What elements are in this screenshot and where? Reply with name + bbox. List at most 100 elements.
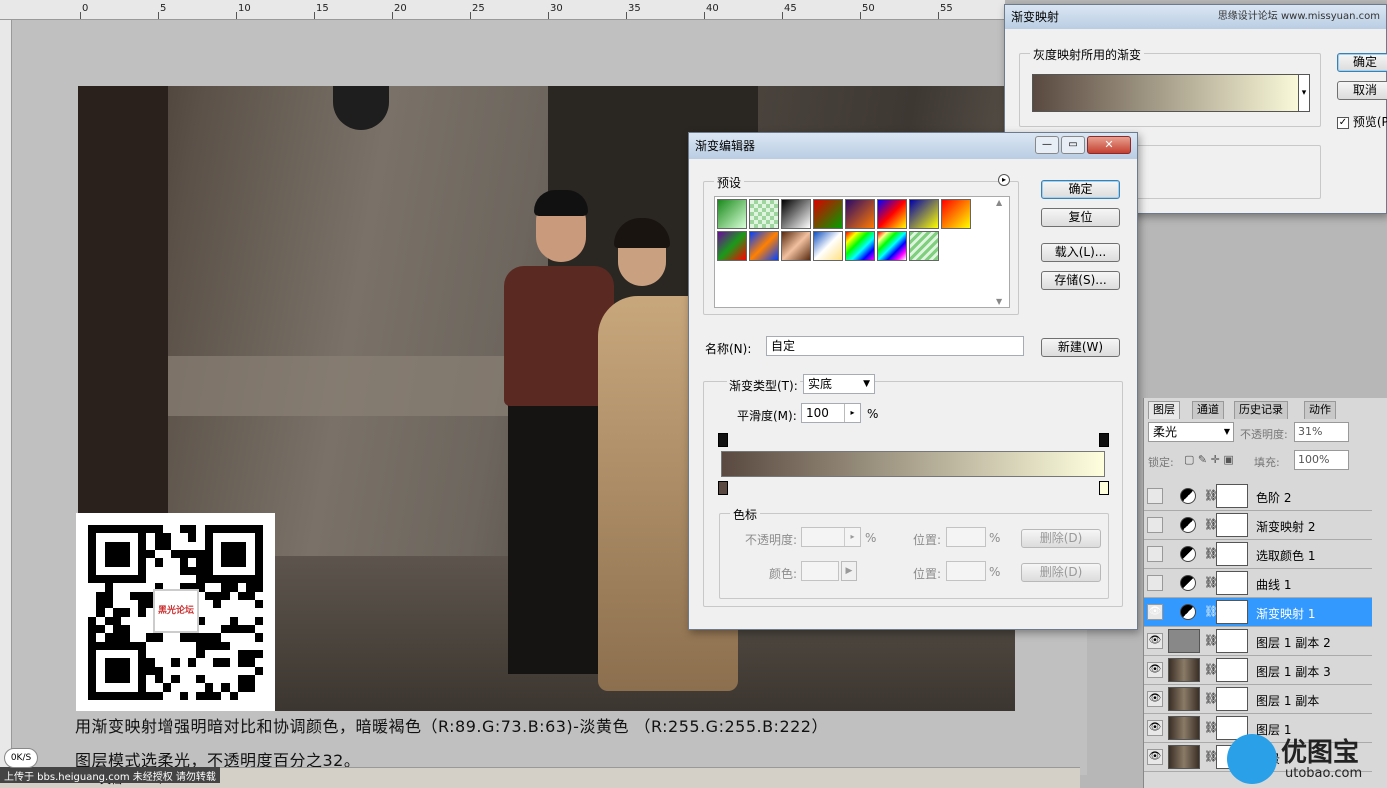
maximize-button[interactable]: ▭ [1061, 136, 1085, 154]
ruler-tick [782, 12, 783, 19]
layer-mask-thumbnail[interactable] [1216, 658, 1248, 682]
color-stop-right[interactable] [1099, 481, 1109, 495]
visibility-eye-icon[interactable] [1147, 575, 1163, 591]
opacity-stop-right[interactable] [1099, 433, 1109, 447]
layer-row[interactable]: ⛓ 色阶 2 [1144, 482, 1372, 511]
layer-name: 色阶 2 [1256, 491, 1292, 505]
ruler-tick-label: 40 [706, 3, 719, 14]
visibility-eye-icon[interactable]: 👁 [1147, 749, 1163, 765]
preset-swatch[interactable] [813, 231, 843, 261]
layer-mask-thumbnail[interactable] [1216, 484, 1248, 508]
layer-row[interactable]: 👁 ⛓ 图层 1 副本 3 [1144, 656, 1372, 685]
panel-tab[interactable]: 历史记录 [1234, 401, 1288, 419]
preset-swatch[interactable] [717, 199, 747, 229]
lock-icons[interactable]: ▢ ✎ ✛ ▣ [1184, 453, 1234, 466]
visibility-eye-icon[interactable] [1147, 488, 1163, 504]
preset-swatch[interactable] [781, 199, 811, 229]
preset-swatch[interactable] [909, 231, 939, 261]
ruler-tick [548, 12, 549, 19]
preset-swatch[interactable] [781, 231, 811, 261]
preset-swatch[interactable] [909, 199, 939, 229]
gradient-map-ok-button[interactable]: 确定 [1337, 53, 1387, 72]
scroll-down-icon[interactable]: ▼ [996, 297, 1002, 306]
preset-swatch[interactable] [717, 231, 747, 261]
gradient-map-preview[interactable] [1032, 74, 1308, 112]
opacity-stop-left[interactable] [718, 433, 728, 447]
panel-tab[interactable]: 图层 [1148, 401, 1180, 419]
opacity-location-field[interactable] [946, 527, 986, 547]
gradient-map-titlebar[interactable]: 渐变映射 思缘设计论坛 www.missyuan.com [1005, 5, 1386, 29]
blend-mode-select[interactable]: 柔光 ▼ [1148, 422, 1234, 442]
preset-swatch[interactable] [845, 231, 875, 261]
color-location-field[interactable] [946, 561, 986, 581]
visibility-eye-icon[interactable]: 👁 [1147, 720, 1163, 736]
scroll-up-icon[interactable]: ▲ [996, 198, 1002, 207]
presets-scrollbar[interactable]: ▲ ▼ [994, 198, 1006, 306]
layer-row[interactable]: 👁 ⛓ 图层 1 副本 2 [1144, 627, 1372, 656]
visibility-eye-icon[interactable]: 👁 [1147, 633, 1163, 649]
visibility-eye-icon[interactable]: 👁 [1147, 604, 1163, 620]
speed-indicator: 0K/S [4, 748, 38, 768]
preset-swatch[interactable] [749, 199, 779, 229]
preset-swatch[interactable] [877, 199, 907, 229]
close-button[interactable]: ✕ [1087, 136, 1131, 154]
visibility-eye-icon[interactable]: 👁 [1147, 662, 1163, 678]
opacity-field[interactable]: ▸ [801, 527, 861, 547]
layer-name: 图层 1 副本 3 [1256, 665, 1331, 679]
qr-code: 黑光论坛 [76, 513, 275, 711]
preset-swatch[interactable] [941, 199, 971, 229]
visibility-eye-icon[interactable] [1147, 517, 1163, 533]
layer-row[interactable]: 👁 ⛓ 图层 1 副本 [1144, 685, 1372, 714]
presets-menu-icon[interactable]: ▸ [998, 174, 1010, 186]
preset-swatch[interactable] [813, 199, 843, 229]
color-swatch-field[interactable] [801, 561, 839, 581]
smoothness-field[interactable]: 100 ▸ [801, 403, 861, 423]
layer-row[interactable]: ⛓ 曲线 1 [1144, 569, 1372, 598]
layer-fill-field[interactable]: 100% [1294, 450, 1349, 470]
name-field[interactable]: 自定 [766, 336, 1024, 356]
layer-row[interactable]: ⛓ 选取颜色 1 [1144, 540, 1372, 569]
gradient-map-cancel-button[interactable]: 取消 [1337, 81, 1387, 100]
panel-tab[interactable]: 动作 [1304, 401, 1336, 419]
layer-thumbnail [1168, 658, 1200, 682]
preview-checkbox-row[interactable]: ✓ 预览(P) [1337, 113, 1387, 130]
opacity-label: 不透明度: [745, 533, 798, 547]
preview-checkbox[interactable]: ✓ [1337, 116, 1349, 129]
wall-plaque [333, 86, 389, 130]
ruler-tick [80, 12, 81, 19]
layer-mask-thumbnail[interactable] [1216, 687, 1248, 711]
layer-mask-thumbnail[interactable] [1216, 513, 1248, 537]
preset-swatch[interactable] [877, 231, 907, 261]
color-picker-arrow-icon[interactable]: ▶ [841, 561, 857, 581]
gradient-bar[interactable] [721, 451, 1105, 477]
editor-ok-button[interactable]: 确定 [1041, 180, 1120, 199]
smoothness-stepper-icon[interactable]: ▸ [844, 404, 860, 422]
layer-mask-thumbnail[interactable] [1216, 542, 1248, 566]
ruler-tick-label: 30 [550, 3, 563, 14]
panel-tab[interactable]: 通道 [1192, 401, 1224, 419]
new-gradient-button[interactable]: 新建(W) [1041, 338, 1120, 357]
gradient-dropdown-arrow[interactable]: ▾ [1298, 74, 1310, 112]
gradient-type-select[interactable]: 实底 ▼ [803, 374, 875, 394]
visibility-eye-icon[interactable] [1147, 546, 1163, 562]
layer-opacity-field[interactable]: 31% [1294, 422, 1349, 442]
color-location-percent: % [989, 565, 1001, 579]
layer-row[interactable]: 👁 ⛓ 渐变映射 1 [1144, 598, 1372, 627]
color-stop-left[interactable] [718, 481, 728, 495]
preset-swatch[interactable] [749, 231, 779, 261]
layer-mask-thumbnail[interactable] [1216, 571, 1248, 595]
editor-save-button[interactable]: 存储(S)... [1041, 271, 1120, 290]
ruler-tick-label: 0 [82, 3, 89, 14]
layer-row[interactable]: ⛓ 渐变映射 2 [1144, 511, 1372, 540]
layer-mask-thumbnail[interactable] [1216, 600, 1248, 624]
opacity-delete-button[interactable]: 删除(D) [1021, 529, 1101, 548]
editor-reset-button[interactable]: 复位 [1041, 208, 1120, 227]
color-delete-button[interactable]: 删除(D) [1021, 563, 1101, 582]
layer-mask-thumbnail[interactable] [1216, 629, 1248, 653]
gradient-editor-titlebar[interactable]: 渐变编辑器 — ▭ ✕ [689, 133, 1137, 159]
editor-load-button[interactable]: 载入(L)... [1041, 243, 1120, 262]
opacity-stepper-icon[interactable]: ▸ [844, 528, 860, 546]
visibility-eye-icon[interactable]: 👁 [1147, 691, 1163, 707]
preset-swatch[interactable] [845, 199, 875, 229]
minimize-button[interactable]: — [1035, 136, 1059, 154]
